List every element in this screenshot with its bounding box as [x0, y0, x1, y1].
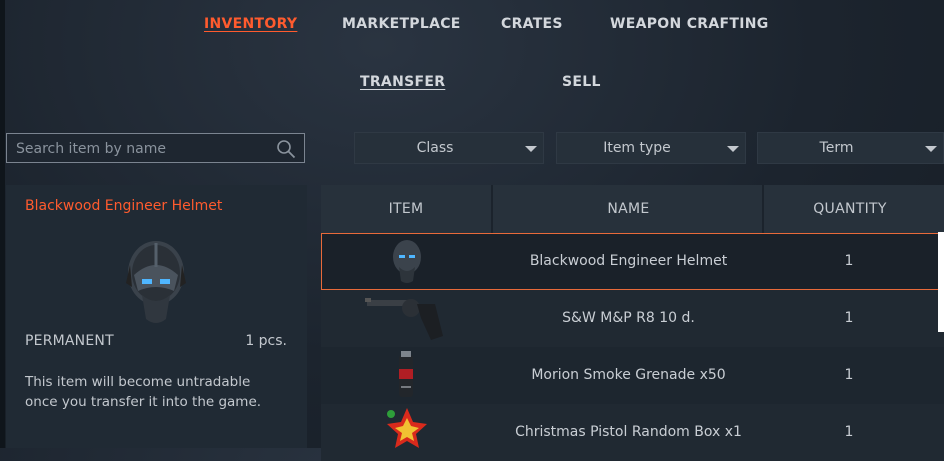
table-row[interactable]: Christmas Pistol Random Box x1 1	[321, 404, 944, 461]
term-filter-dropdown[interactable]: Term	[757, 132, 944, 164]
tab-sell[interactable]: SELL	[562, 74, 601, 90]
inventory-table: ITEM NAME QUANTITY Blackwood Engineer He…	[321, 185, 944, 461]
row-quantity: 1	[844, 310, 854, 326]
search-box	[6, 133, 305, 164]
tab-crates[interactable]: CRATES	[501, 16, 563, 32]
item-details-panel: Blackwood Engineer Helmet PERMANENT 1 pc…	[6, 185, 307, 448]
table-header: ITEM NAME QUANTITY	[321, 185, 944, 233]
chevron-down-icon	[727, 146, 739, 152]
row-quantity: 1	[844, 367, 854, 383]
column-header-item: ITEM	[388, 201, 424, 217]
gift-box-icon	[387, 408, 427, 448]
chevron-down-icon	[525, 146, 537, 152]
table-row[interactable]: S&W M&P R8 10 d. 1	[321, 290, 944, 347]
class-filter-dropdown[interactable]: Class	[354, 132, 544, 164]
column-header-quantity: QUANTITY	[762, 185, 936, 233]
window-edge	[0, 0, 5, 448]
search-icon[interactable]	[276, 139, 296, 159]
grenade-icon	[399, 351, 413, 397]
helmet-icon	[393, 240, 421, 283]
helmet-icon	[126, 241, 186, 323]
row-name: Christmas Pistol Random Box x1	[515, 424, 742, 440]
row-name: Blackwood Engineer Helmet	[529, 253, 728, 269]
revolver-icon	[365, 298, 443, 340]
search-input[interactable]	[7, 134, 278, 164]
item-details-title: Blackwood Engineer Helmet	[25, 198, 223, 214]
column-header-name: NAME	[491, 185, 764, 233]
overlay-edge	[938, 232, 944, 332]
item-quantity: 1 pcs.	[245, 333, 287, 349]
chevron-down-icon	[925, 146, 937, 152]
tab-inventory[interactable]: INVENTORY	[204, 16, 297, 32]
row-name: S&W M&P R8 10 d.	[562, 310, 695, 326]
class-filter-label: Class	[416, 140, 454, 156]
item-transfer-note: This item will become untradable once yo…	[25, 374, 262, 410]
row-name: Morion Smoke Grenade x50	[531, 367, 726, 383]
item-type-filter-label: Item type	[603, 140, 671, 156]
tab-marketplace[interactable]: MARKETPLACE	[342, 16, 461, 32]
table-row[interactable]: Morion Smoke Grenade x50 1	[321, 347, 944, 404]
tab-transfer[interactable]: TRANSFER	[360, 74, 445, 90]
row-quantity: 1	[844, 424, 854, 440]
main-nav: INVENTORY MARKETPLACE CRATES WEAPON CRAF…	[0, 0, 944, 50]
item-term: PERMANENT	[25, 333, 114, 349]
tab-weapon-crafting[interactable]: WEAPON CRAFTING	[610, 16, 769, 32]
row-quantity: 1	[844, 253, 854, 269]
table-row[interactable]: Blackwood Engineer Helmet 1	[321, 233, 944, 290]
item-type-filter-dropdown[interactable]: Item type	[556, 132, 746, 164]
term-filter-label: Term	[819, 140, 854, 156]
